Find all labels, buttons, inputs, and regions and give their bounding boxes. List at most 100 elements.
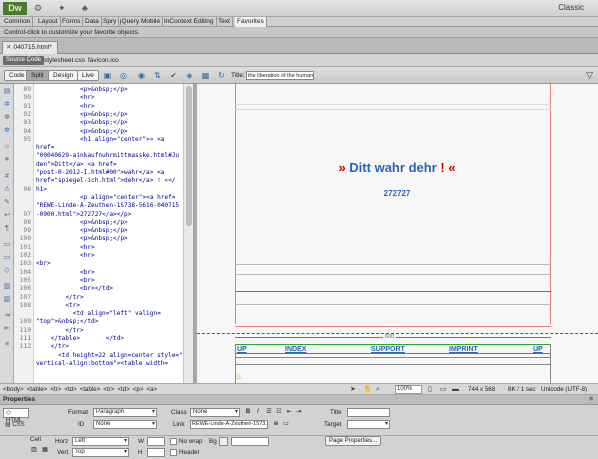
open-documents-icon[interactable]: ▤ bbox=[2, 87, 12, 97]
tablet-size-icon[interactable]: ▭ bbox=[440, 385, 447, 394]
workspace-switcher[interactable]: Classic bbox=[558, 3, 584, 12]
code-line[interactable]: "post-0-2012-I.html#00">wahr</a> <a bbox=[36, 169, 164, 177]
nav-link-up[interactable]: UP bbox=[237, 345, 247, 354]
expand-all-icon[interactable]: ✲ bbox=[2, 126, 12, 136]
code-line[interactable]: </tr> bbox=[36, 343, 69, 351]
code-line[interactable]: <br> bbox=[36, 260, 51, 268]
width-field[interactable] bbox=[147, 437, 165, 446]
tag-selector-item[interactable]: <table> bbox=[80, 386, 101, 393]
tag-selector-item[interactable]: <table> bbox=[27, 386, 48, 393]
insert-tab-data[interactable]: Data bbox=[83, 17, 102, 27]
nav-link-index[interactable]: INDEX bbox=[285, 345, 306, 354]
code-line[interactable]: <hr> bbox=[36, 244, 95, 252]
panel-menu-icon[interactable]: ≡ bbox=[589, 395, 593, 405]
related-file-stylesheet[interactable]: stylesheet.css bbox=[44, 54, 85, 67]
tag-selector-item[interactable]: <td> bbox=[64, 386, 76, 393]
format-select[interactable]: Paragraph bbox=[93, 408, 157, 417]
tag-selector-item[interactable]: <p> bbox=[133, 386, 144, 393]
hand-tool-icon[interactable]: ✋ bbox=[363, 385, 372, 394]
tag-selector-item[interactable]: <body> bbox=[3, 386, 24, 393]
italic-button[interactable]: I bbox=[254, 408, 262, 417]
code-line[interactable]: den">Ditt</a> <a href= bbox=[36, 161, 117, 169]
insert-tab-incontext-editing[interactable]: InContext Editing bbox=[162, 17, 217, 27]
number-link[interactable]: 272727 bbox=[337, 189, 457, 198]
code-line[interactable]: "REWE-Linde-A-Zeuthen-15738-5616-040715 bbox=[36, 202, 179, 210]
select-parent-tag-icon[interactable]: ☼ bbox=[2, 142, 12, 152]
preview-browser-icon[interactable]: ◉ bbox=[136, 70, 147, 81]
code-scrollbar[interactable] bbox=[183, 84, 193, 383]
browse-folder-icon[interactable]: ▭ bbox=[282, 420, 290, 429]
ordered-list-icon[interactable]: ☷ bbox=[275, 408, 283, 417]
syntax-error-icon[interactable]: ✎ bbox=[2, 198, 12, 208]
format-source-icon[interactable]: ≡ bbox=[2, 340, 12, 350]
title-input[interactable]: the liberation of the human is bbox=[246, 71, 314, 80]
code-line[interactable]: <td height=22 align=center style=" bbox=[36, 352, 183, 360]
tag-selector-item[interactable]: <td> bbox=[117, 386, 129, 393]
code-line[interactable]: <tr> bbox=[36, 302, 80, 310]
indent-icon[interactable]: ⇥ bbox=[2, 311, 12, 321]
tag-selector-item[interactable]: <tr> bbox=[50, 386, 61, 393]
file-management-icon[interactable]: ⇅ bbox=[152, 70, 163, 81]
bg-color-swatch[interactable] bbox=[219, 437, 228, 446]
code-line[interactable]: <h1 align="center">» <a bbox=[36, 136, 164, 144]
move-css-icon[interactable]: ▥ bbox=[2, 295, 12, 305]
insert-tab-layout[interactable]: Layout bbox=[36, 17, 61, 27]
line-numbers-icon[interactable]: # bbox=[2, 172, 12, 182]
horz-select[interactable]: Left bbox=[72, 437, 129, 446]
desktop-size-icon[interactable]: ▬ bbox=[452, 385, 459, 394]
visual-aids-icon[interactable]: ▦ bbox=[200, 70, 211, 81]
apply-comment-icon[interactable]: ▭ bbox=[2, 240, 12, 250]
split-cell-icon[interactable]: ▦ bbox=[41, 446, 49, 455]
word-wrap-icon[interactable]: ↩ bbox=[2, 211, 12, 221]
code-line[interactable]: </tr> bbox=[36, 327, 83, 335]
class-select[interactable]: None bbox=[190, 408, 240, 417]
collapse-selection-icon[interactable]: ✲ bbox=[2, 113, 12, 123]
code-line[interactable]: "top">&nbsp;</td> bbox=[36, 318, 98, 326]
insert-tab-forms[interactable]: Forms bbox=[60, 17, 84, 27]
indent-icon[interactable]: ⇥ bbox=[295, 408, 303, 417]
code-line[interactable]: </tr> bbox=[36, 294, 83, 302]
gear-icon[interactable]: ⚙ bbox=[34, 3, 42, 14]
code-line[interactable]: <td align="left" valign= bbox=[36, 310, 161, 318]
bold-button[interactable]: B bbox=[244, 408, 252, 417]
remove-comment-icon[interactable]: ▭ bbox=[2, 253, 12, 263]
outdent-icon[interactable]: ⇤ bbox=[285, 408, 293, 417]
highlight-invalid-icon[interactable]: ⚠ bbox=[2, 185, 12, 195]
nav-link-support[interactable]: SUPPORT bbox=[371, 345, 405, 354]
nav-link-up[interactable]: UP bbox=[533, 345, 543, 354]
code-line[interactable]: <br> bbox=[36, 277, 95, 285]
collapse-tag-icon[interactable]: ✲ bbox=[2, 100, 12, 110]
script-marker-icon[interactable]: ♨ bbox=[235, 372, 242, 381]
bg-color-field[interactable] bbox=[231, 437, 269, 446]
code-line[interactable]: <hr> bbox=[36, 94, 95, 102]
html-mode-button[interactable]: ◇ HTML bbox=[3, 408, 29, 424]
split-view-button[interactable]: Split bbox=[26, 70, 49, 81]
vert-select[interactable]: Top bbox=[72, 448, 129, 457]
refresh-icon[interactable]: ↻ bbox=[216, 70, 227, 81]
code-line[interactable]: <p align="center"><a href= bbox=[36, 194, 175, 202]
css-mode-button[interactable]: ▤ CSS bbox=[3, 420, 29, 430]
close-icon[interactable]: ✕ bbox=[6, 44, 11, 51]
document-tab[interactable]: ✕ 040715.html* bbox=[2, 41, 58, 54]
code-line[interactable]: <p>&nbsp;</p> bbox=[36, 111, 128, 119]
id-select[interactable]: None bbox=[93, 420, 157, 429]
nowrap-checkbox[interactable] bbox=[170, 438, 177, 445]
code-line[interactable]: href= bbox=[36, 144, 54, 152]
insert-tab-text[interactable]: Text bbox=[216, 17, 233, 27]
outdent-icon[interactable]: ⇤ bbox=[2, 324, 12, 334]
w3c-validation-icon[interactable]: ✔ bbox=[168, 70, 179, 81]
extensions-icon[interactable]: ✦ bbox=[58, 3, 66, 14]
insert-tab-common[interactable]: Common bbox=[2, 17, 34, 27]
nav-link-imprint[interactable]: IMPRINT bbox=[449, 345, 478, 354]
point-to-file-icon[interactable]: ⊕ bbox=[272, 420, 280, 429]
tag-selector-item[interactable]: <tr> bbox=[103, 386, 114, 393]
title-field[interactable] bbox=[347, 408, 390, 417]
code-line[interactable]: <hr> bbox=[36, 103, 95, 111]
live-view-button[interactable]: Live bbox=[77, 70, 99, 81]
code-line[interactable]: <p>&nbsp;</p> bbox=[36, 235, 128, 243]
design-view[interactable]: » Ditt wahr dehr ! « 272727 600 UP INDEX… bbox=[197, 84, 598, 383]
heading-link-dehr[interactable]: dehr bbox=[409, 160, 437, 175]
page-properties-button[interactable]: Page Properties... bbox=[325, 436, 382, 446]
code-line[interactable]: <p>&nbsp;</p> bbox=[36, 119, 128, 127]
multiscreen-icon[interactable]: ▣ bbox=[102, 70, 113, 81]
